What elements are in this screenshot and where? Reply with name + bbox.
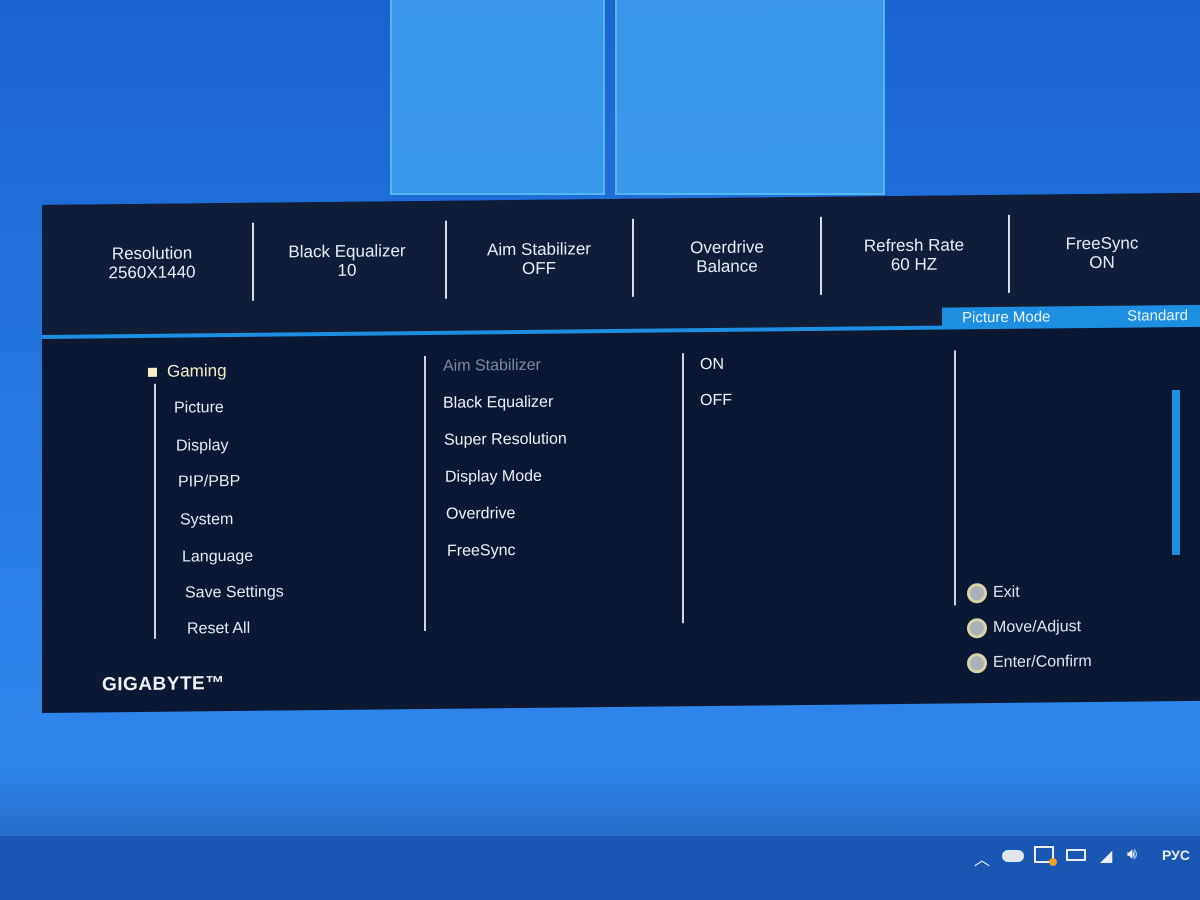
black-equalizer-value: 10 [337, 260, 357, 280]
overdrive-label: Overdrive [690, 237, 764, 258]
battery-plug-icon[interactable] [1066, 849, 1086, 861]
resolution-value: 2560X1440 [108, 262, 196, 283]
submenu-overdrive[interactable]: Overdrive [446, 505, 515, 524]
submenu-aim-stabilizer[interactable]: Aim Stabilizer [443, 357, 541, 376]
option-off[interactable]: OFF [700, 392, 732, 410]
joystick-icon [967, 618, 987, 639]
display-alert-icon[interactable] [1034, 846, 1057, 866]
menu-item-reset-all[interactable]: Reset All [187, 620, 250, 639]
windows-logo-pane-left [390, 0, 605, 195]
language-indicator[interactable]: РУС [1162, 847, 1190, 863]
black-equalizer-label: Black Equalizer [288, 241, 406, 262]
aim-stabilizer-value: OFF [522, 258, 556, 278]
options-divider [682, 353, 684, 624]
freesync-value: ON [1089, 252, 1115, 273]
picture-mode-label: Picture Mode [962, 307, 1051, 326]
submenu-display-mode[interactable]: Display Mode [445, 468, 542, 487]
menu-item-save-settings[interactable]: Save Settings [185, 583, 284, 602]
picture-mode-tab: Picture Mode Standard [942, 304, 1200, 328]
menu-item-display[interactable]: Display [176, 437, 228, 456]
hint-enter-confirm: Enter/Confirm [967, 652, 1092, 674]
submenu-black-equalizer[interactable]: Black Equalizer [443, 394, 553, 413]
hint-label: Enter/Confirm [993, 653, 1092, 672]
selected-marker-icon [148, 367, 157, 377]
joystick-icon [967, 583, 987, 604]
menu-item-language[interactable]: Language [182, 548, 253, 567]
option-on[interactable]: ON [700, 356, 724, 374]
menu-divider [154, 383, 156, 639]
joystick-icon [967, 653, 987, 674]
menu-item-picture[interactable]: Picture [174, 399, 224, 418]
aim-stabilizer-label: Aim Stabilizer [487, 239, 591, 260]
menu-label: Gaming [167, 361, 227, 381]
cloud-icon[interactable] [1002, 850, 1024, 862]
refresh-rate-label: Refresh Rate [863, 235, 965, 256]
overdrive-value: Balance [696, 256, 758, 277]
chevron-up-icon[interactable]: ︿ [974, 846, 990, 870]
menu-item-gaming[interactable]: Gaming [148, 361, 227, 382]
freesync-label: FreeSync [1065, 233, 1139, 254]
hint-label: Move/Adjust [993, 618, 1082, 637]
resolution-label: Resolution [111, 243, 193, 264]
submenu-divider-left [424, 355, 426, 631]
wifi-icon[interactable]: ◢ [1100, 846, 1112, 866]
menu-item-system[interactable]: System [180, 511, 233, 530]
hint-label: Exit [993, 583, 1020, 602]
volume-icon[interactable]: 🔊︎ [1127, 846, 1137, 864]
submenu-freesync[interactable]: FreeSync [447, 542, 515, 561]
picture-mode-value: Standard [1127, 306, 1188, 325]
gigabyte-logo: GIGABYTE™ [102, 673, 225, 696]
menu-item-pip-pbp[interactable]: PIP/PBP [178, 473, 240, 492]
hints-divider [954, 350, 956, 606]
taskbar: ︿ ◢ 🔊︎ РУС [0, 835, 1200, 900]
osd-menu: Resolution 2560X1440 Black Equalizer 10 Ai… [42, 192, 1200, 713]
windows-logo-pane-right [615, 0, 885, 195]
hint-exit: Exit [967, 583, 1020, 604]
submenu-super-resolution[interactable]: Super Resolution [444, 431, 567, 450]
hint-move-adjust: Move/Adjust [967, 617, 1082, 639]
scrollbar[interactable] [1172, 390, 1180, 555]
refresh-rate-value: 60 HZ [890, 254, 938, 275]
